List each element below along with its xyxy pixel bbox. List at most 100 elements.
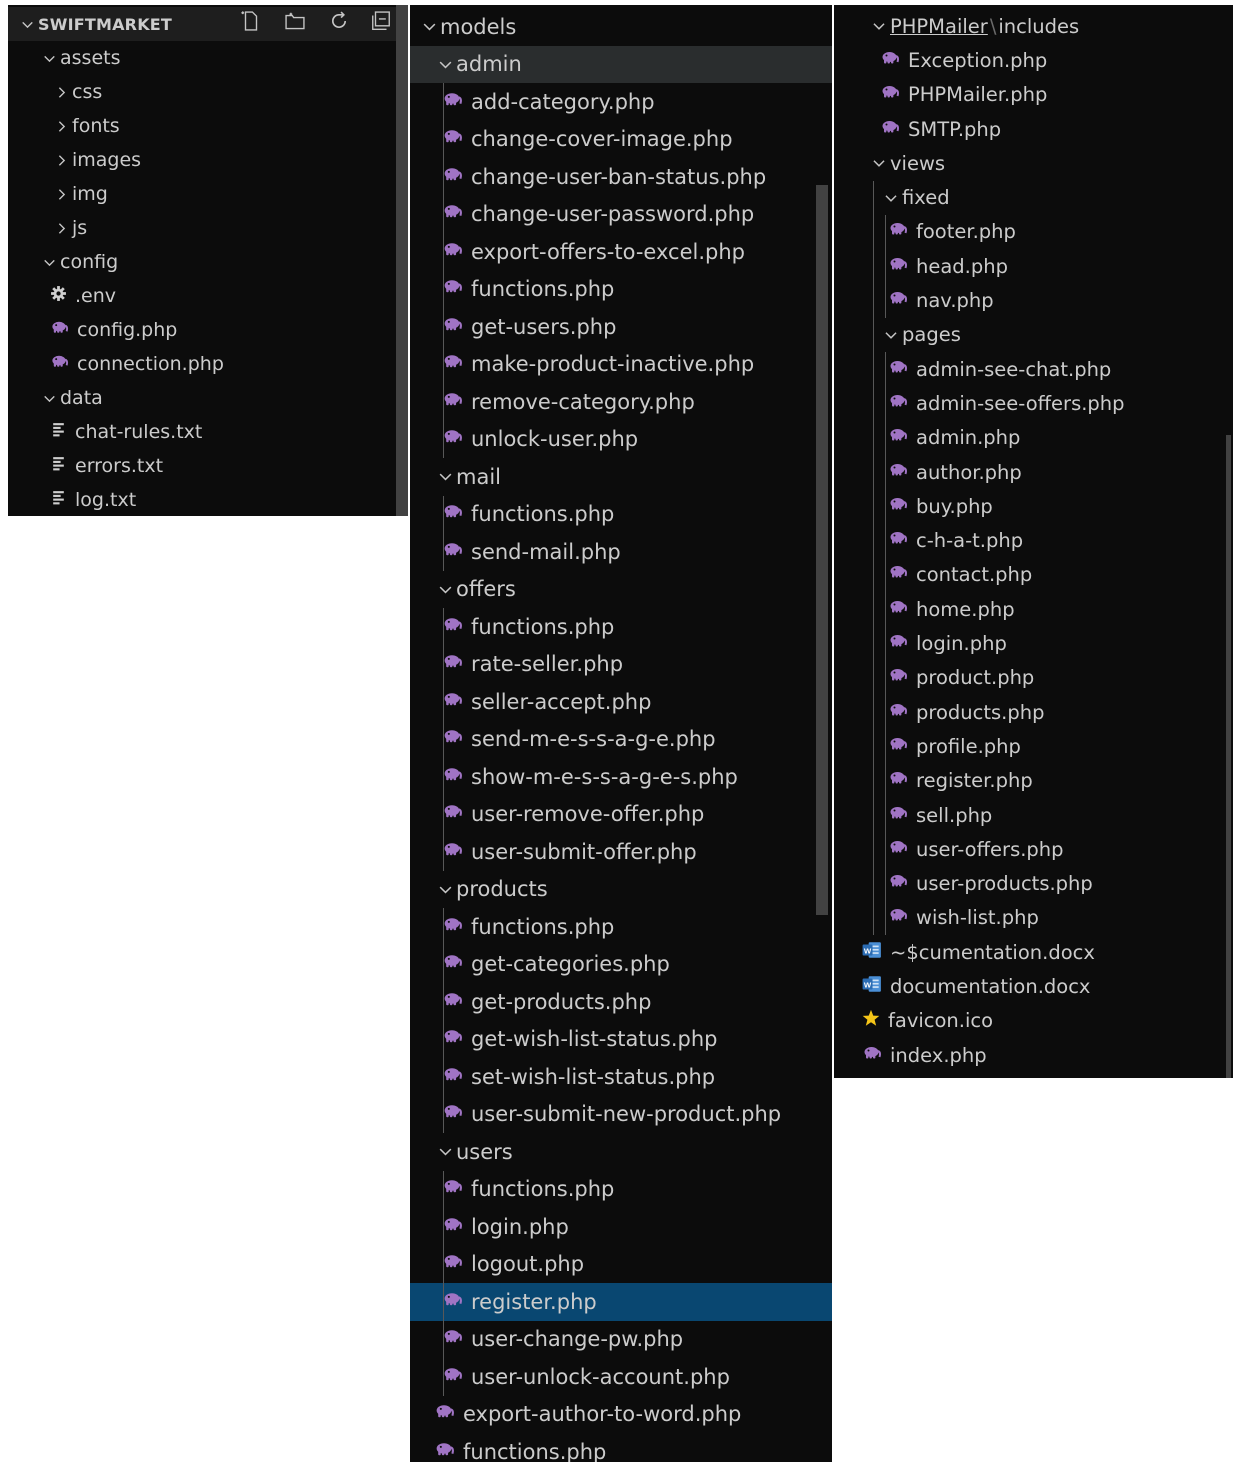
- file-item-smtp-php[interactable]: SMTP.php: [834, 112, 1233, 146]
- chevron-down-icon[interactable]: [434, 880, 456, 899]
- chevron-down-icon[interactable]: [38, 254, 60, 271]
- file-item-functions-php[interactable]: functions.php: [410, 1433, 832, 1462]
- new-file-icon[interactable]: [240, 10, 262, 36]
- file-item-export-offers-to-excel-php[interactable]: export-offers-to-excel.php: [410, 233, 832, 271]
- file-item-chat-rules-txt[interactable]: chat-rules.txt: [8, 415, 408, 449]
- chevron-down-icon[interactable]: [38, 50, 60, 67]
- chevron-down-icon[interactable]: [880, 189, 902, 207]
- chevron-down-icon[interactable]: [868, 17, 890, 35]
- folder-item-css[interactable]: css: [8, 75, 408, 109]
- chevron-down-icon[interactable]: [434, 55, 456, 74]
- file-item-user-submit-new-product-php[interactable]: user-submit-new-product.php: [410, 1096, 832, 1134]
- file-item-functions-php[interactable]: functions.php: [410, 496, 832, 534]
- file-item-add-category-php[interactable]: add-category.php: [410, 83, 832, 121]
- folder-item-pages[interactable]: pages: [834, 318, 1233, 352]
- folder-item-fonts[interactable]: fonts: [8, 109, 408, 143]
- chevron-right-icon[interactable]: [50, 186, 72, 203]
- file-item-buy-php[interactable]: buy.php: [834, 489, 1233, 523]
- file-item-products-php[interactable]: products.php: [834, 695, 1233, 729]
- chevron-down-icon[interactable]: [434, 467, 456, 486]
- file-item-head-php[interactable]: head.php: [834, 249, 1233, 283]
- folder-item-mail[interactable]: mail: [410, 458, 832, 496]
- file-item-register-php[interactable]: register.php: [410, 1283, 832, 1321]
- new-folder-icon[interactable]: [284, 10, 306, 36]
- chevron-down-icon[interactable]: [16, 16, 38, 33]
- file-item-product-php[interactable]: product.php: [834, 661, 1233, 695]
- file-item-set-wish-list-status-php[interactable]: set-wish-list-status.php: [410, 1058, 832, 1096]
- file-item-errors-txt[interactable]: errors.txt: [8, 449, 408, 483]
- folder-item-views[interactable]: views: [834, 146, 1233, 180]
- file-item-user-products-php[interactable]: user-products.php: [834, 867, 1233, 901]
- file-item-log-txt[interactable]: log.txt: [8, 483, 408, 516]
- file-item-user-remove-offer-php[interactable]: user-remove-offer.php: [410, 796, 832, 834]
- folder-item-models[interactable]: models: [410, 8, 832, 46]
- folder-item-images[interactable]: images: [8, 143, 408, 177]
- folder-item-users[interactable]: users: [410, 1133, 832, 1171]
- file-item-env[interactable]: .env: [8, 279, 408, 313]
- folder-item-products[interactable]: products: [410, 871, 832, 909]
- folder-item-fixed[interactable]: fixed: [834, 181, 1233, 215]
- file-item-login-php[interactable]: login.php: [834, 626, 1233, 660]
- folder-item-img[interactable]: img: [8, 177, 408, 211]
- file-item-footer-php[interactable]: footer.php: [834, 215, 1233, 249]
- file-item-admin-php[interactable]: admin.php: [834, 421, 1233, 455]
- file-item-change-user-password-php[interactable]: change-user-password.php: [410, 196, 832, 234]
- file-item-show-m-e-s-s-a-g-e-s-php[interactable]: show-m-e-s-s-a-g-e-s.php: [410, 758, 832, 796]
- chevron-down-icon[interactable]: [418, 17, 440, 36]
- file-item-get-products-php[interactable]: get-products.php: [410, 983, 832, 1021]
- collapse-all-icon[interactable]: [370, 10, 392, 36]
- file-item-send-mail-php[interactable]: send-mail.php: [410, 533, 832, 571]
- file-item-functions-php[interactable]: functions.php: [410, 608, 832, 646]
- file-item-nav-php[interactable]: nav.php: [834, 283, 1233, 317]
- file-item-author-php[interactable]: author.php: [834, 455, 1233, 489]
- file-item-seller-accept-php[interactable]: seller-accept.php: [410, 683, 832, 721]
- chevron-down-icon[interactable]: [434, 1142, 456, 1161]
- file-item-config-php[interactable]: config.php: [8, 313, 408, 347]
- scrollbar-thumb[interactable]: [396, 5, 408, 516]
- scrollbar-thumb[interactable]: [816, 185, 828, 915]
- chevron-right-icon[interactable]: [50, 152, 72, 169]
- file-item-favicon-ico[interactable]: favicon.ico: [834, 1004, 1233, 1038]
- file-item-phpmailer-php[interactable]: PHPMailer.php: [834, 78, 1233, 112]
- file-item-rate-seller-php[interactable]: rate-seller.php: [410, 646, 832, 684]
- chevron-down-icon[interactable]: [434, 580, 456, 599]
- folder-item-data[interactable]: data: [8, 381, 408, 415]
- file-item-index-php[interactable]: index.php: [834, 1038, 1233, 1072]
- folder-item-offers[interactable]: offers: [410, 571, 832, 609]
- chevron-right-icon[interactable]: [50, 118, 72, 135]
- file-item-get-wish-list-status-php[interactable]: get-wish-list-status.php: [410, 1021, 832, 1059]
- file-item-exception-php[interactable]: Exception.php: [834, 43, 1233, 77]
- file-item-wish-list-php[interactable]: wish-list.php: [834, 901, 1233, 935]
- file-item-logout-php[interactable]: logout.php: [410, 1246, 832, 1284]
- file-item-admin-see-offers-php[interactable]: admin-see-offers.php: [834, 386, 1233, 420]
- file-item-functions-php[interactable]: functions.php: [410, 1171, 832, 1209]
- file-item-make-product-inactive-php[interactable]: make-product-inactive.php: [410, 346, 832, 384]
- file-item-unlock-user-php[interactable]: unlock-user.php: [410, 421, 832, 459]
- chevron-down-icon[interactable]: [880, 326, 902, 344]
- file-item-login-php[interactable]: login.php: [410, 1208, 832, 1246]
- file-item-register-php[interactable]: register.php: [834, 764, 1233, 798]
- file-item-c-h-a-t-php[interactable]: c-h-a-t.php: [834, 524, 1233, 558]
- chevron-right-icon[interactable]: [50, 220, 72, 237]
- folder-item-js[interactable]: js: [8, 211, 408, 245]
- file-item-user-unlock-account-php[interactable]: user-unlock-account.php: [410, 1358, 832, 1396]
- file-item-user-offers-php[interactable]: user-offers.php: [834, 832, 1233, 866]
- folder-item-phpmailer[interactable]: PHPMailer \ includes: [834, 9, 1233, 43]
- chevron-right-icon[interactable]: [50, 84, 72, 101]
- file-item-export-author-to-word-php[interactable]: export-author-to-word.php: [410, 1396, 832, 1434]
- scrollbar-thumb[interactable]: [1226, 435, 1231, 1078]
- file-item-sell-php[interactable]: sell.php: [834, 798, 1233, 832]
- file-item-functions-php[interactable]: functions.php: [410, 271, 832, 309]
- file-item-functions-php[interactable]: functions.php: [410, 908, 832, 946]
- folder-item-admin[interactable]: admin: [410, 45, 832, 83]
- file-item-change-user-ban-status-php[interactable]: change-user-ban-status.php: [410, 158, 832, 196]
- file-item-remove-category-php[interactable]: remove-category.php: [410, 383, 832, 421]
- file-item-get-users-php[interactable]: get-users.php: [410, 308, 832, 346]
- folder-item-config[interactable]: config: [8, 245, 408, 279]
- file-item-send-m-e-s-s-a-g-e-php[interactable]: send-m-e-s-s-a-g-e.php: [410, 721, 832, 759]
- refresh-icon[interactable]: [328, 10, 350, 36]
- chevron-down-icon[interactable]: [38, 390, 60, 407]
- file-item-admin-see-chat-php[interactable]: admin-see-chat.php: [834, 352, 1233, 386]
- chevron-down-icon[interactable]: [868, 154, 890, 172]
- file-item-documentation-docx[interactable]: Wdocumentation.docx: [834, 969, 1233, 1003]
